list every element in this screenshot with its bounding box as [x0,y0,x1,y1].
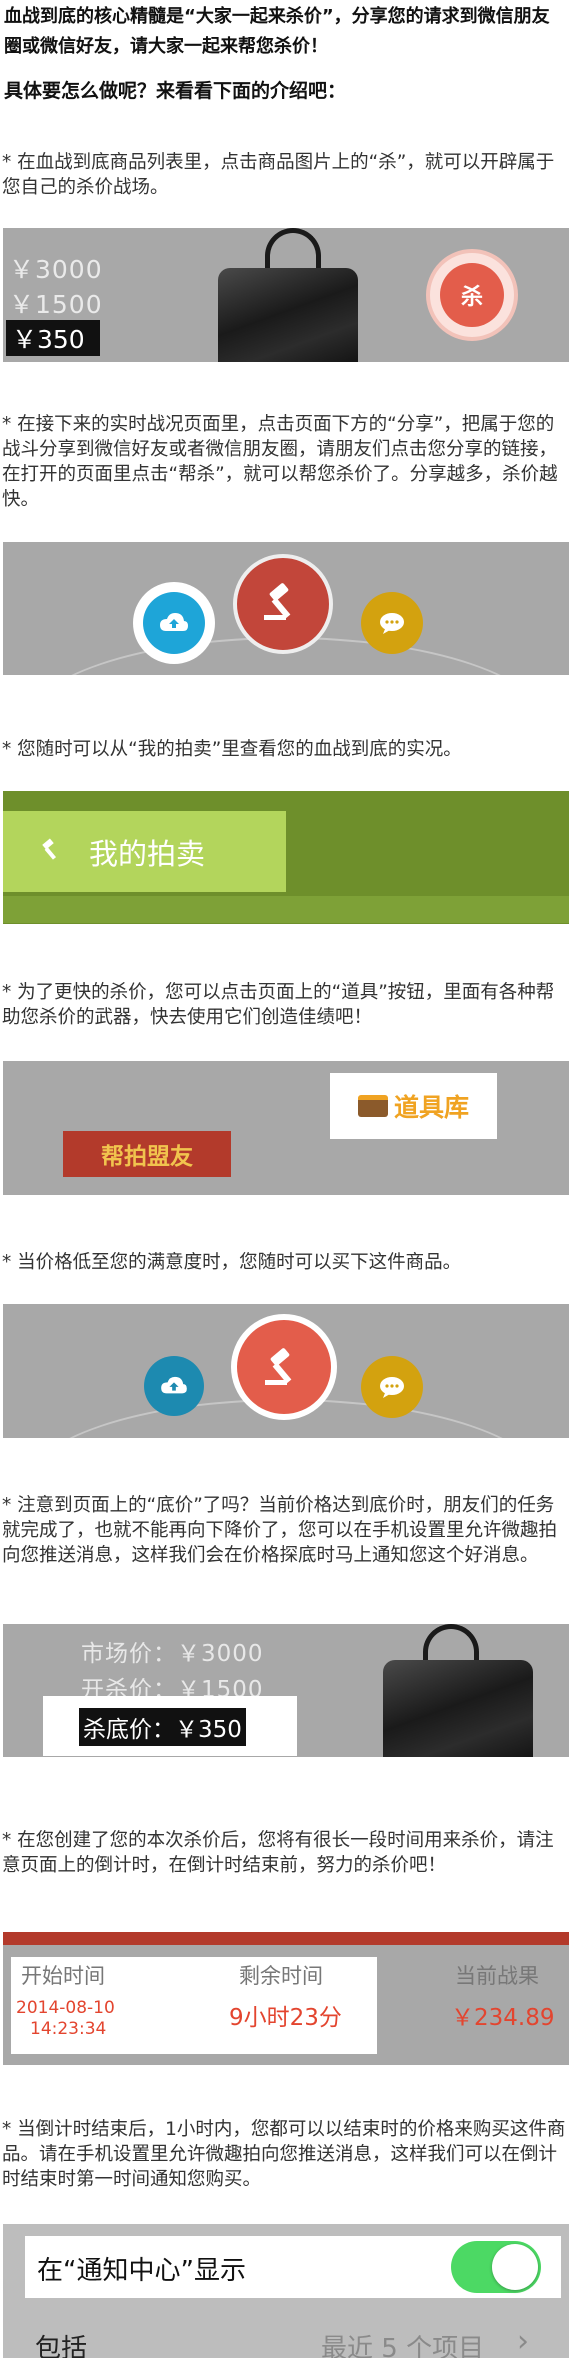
hammer-icon [260,579,306,629]
floor-price: 杀底价：￥350 [79,1708,246,1746]
step-2-text: * 在接下来的实时战况页面里，点击页面下方的“分享”，把属于您的战斗分享到微信好… [2,414,558,510]
kill-icon: 杀 [440,263,504,327]
panel-countdown: 开始时间 2014-08-10 14:23:34 剩余时间 9小时23分 当前战… [3,1932,569,2065]
chat-icon[interactable] [361,1356,423,1418]
step-4-text: * 为了更快的杀价，您可以点击页面上的“道具”按钮，里面有各种帮助您杀价的武器，… [2,982,555,1028]
chevron-right-icon[interactable]: › [517,2324,529,2358]
step-8-text: * 当倒计时结束后，1小时内，您都可以以结束时的价格来购买这件商品。请在手机设置… [2,2119,566,2190]
price-market: ￥3000 [9,255,103,284]
include-label: 包括 [35,2334,88,2358]
step-6-text: * 注意到页面上的“底价”了吗？当前价格达到底价时，朋友们的任务就完成了，也就不… [2,1495,558,1566]
current-result-value: ￥234.89 [451,2005,555,2031]
kill-button[interactable]: 杀 [426,249,518,341]
start-time-label: 开始时间 [21,1964,105,1988]
buy-button[interactable] [231,1314,337,1420]
panel-my-auction: 我的拍卖 [3,791,569,924]
toolbox-button[interactable]: 道具库 [330,1073,497,1139]
remaining-label: 剩余时间 [239,1964,323,1988]
intro-subtitle: 具体要怎么做呢？来看看下面的介绍吧： [4,80,347,102]
toolbox-label: 道具库 [393,1093,469,1122]
hammer-icon [39,835,63,869]
panel-share [3,542,569,675]
cloud-upload-icon [143,592,205,654]
hammer-icon [237,1320,331,1414]
remaining-value: 9小时23分 [229,2005,342,2031]
help-kill-button[interactable] [233,554,333,654]
allies-ribbon[interactable]: 帮拍盟友 [63,1131,231,1177]
toolbox-icon [357,1095,388,1117]
panel-tools: 帮拍盟友 道具库 [3,1061,569,1195]
step-7-text: * 在您创建了您的本次杀价后，您将有很长一段时间用来杀价，请注意页面上的倒计时，… [2,1830,554,1876]
market-price: 市场价：￥3000 [81,1641,264,1667]
share-button[interactable] [133,582,215,664]
toggle-switch[interactable] [451,2241,541,2293]
cloud-upload-icon[interactable] [144,1356,204,1416]
my-auction-button[interactable]: 我的拍卖 [3,811,286,892]
start-date: 2014-08-10 [16,1998,115,2018]
step-3-text: * 您随时可以从“我的拍卖”里查看您的血战到底的实况。 [2,739,462,760]
panel-notification-settings: 在“通知中心”显示 包括 最近 5 个项目 › [3,2224,569,2358]
recent-items-link[interactable]: 最近 5 个项目 [321,2328,484,2358]
price-start: ￥1500 [9,290,103,319]
price-floor: ￥350 [6,320,100,356]
intro-text: 血战到底的核心精髓是“大家一起来杀价”，分享您的请求到微信朋友圈或微信好友，请大… [4,6,550,57]
step-5-text: * 当价格低至您的满意度时，您随时可以买下这件商品。 [2,1252,462,1273]
chat-icon[interactable] [361,592,423,654]
step-1-text: * 在血战到底商品列表里，点击商品图片上的“杀”，就可以开辟属于您自己的杀价战场… [2,152,555,198]
start-clock: 14:23:34 [30,2019,107,2039]
panel-buy [3,1304,569,1438]
current-result-label: 当前战果 [455,1964,539,1988]
my-auction-label: 我的拍卖 [89,836,206,871]
panel-floor-price: 市场价：￥3000 开杀价：￥1500 杀底价：￥350 [3,1624,569,1757]
panel-kill-product: ￥3000 ￥1500 ￥350 杀 [3,228,569,362]
notify-row: 在“通知中心”显示 [25,2236,561,2298]
notify-label: 在“通知中心”显示 [37,2256,246,2286]
